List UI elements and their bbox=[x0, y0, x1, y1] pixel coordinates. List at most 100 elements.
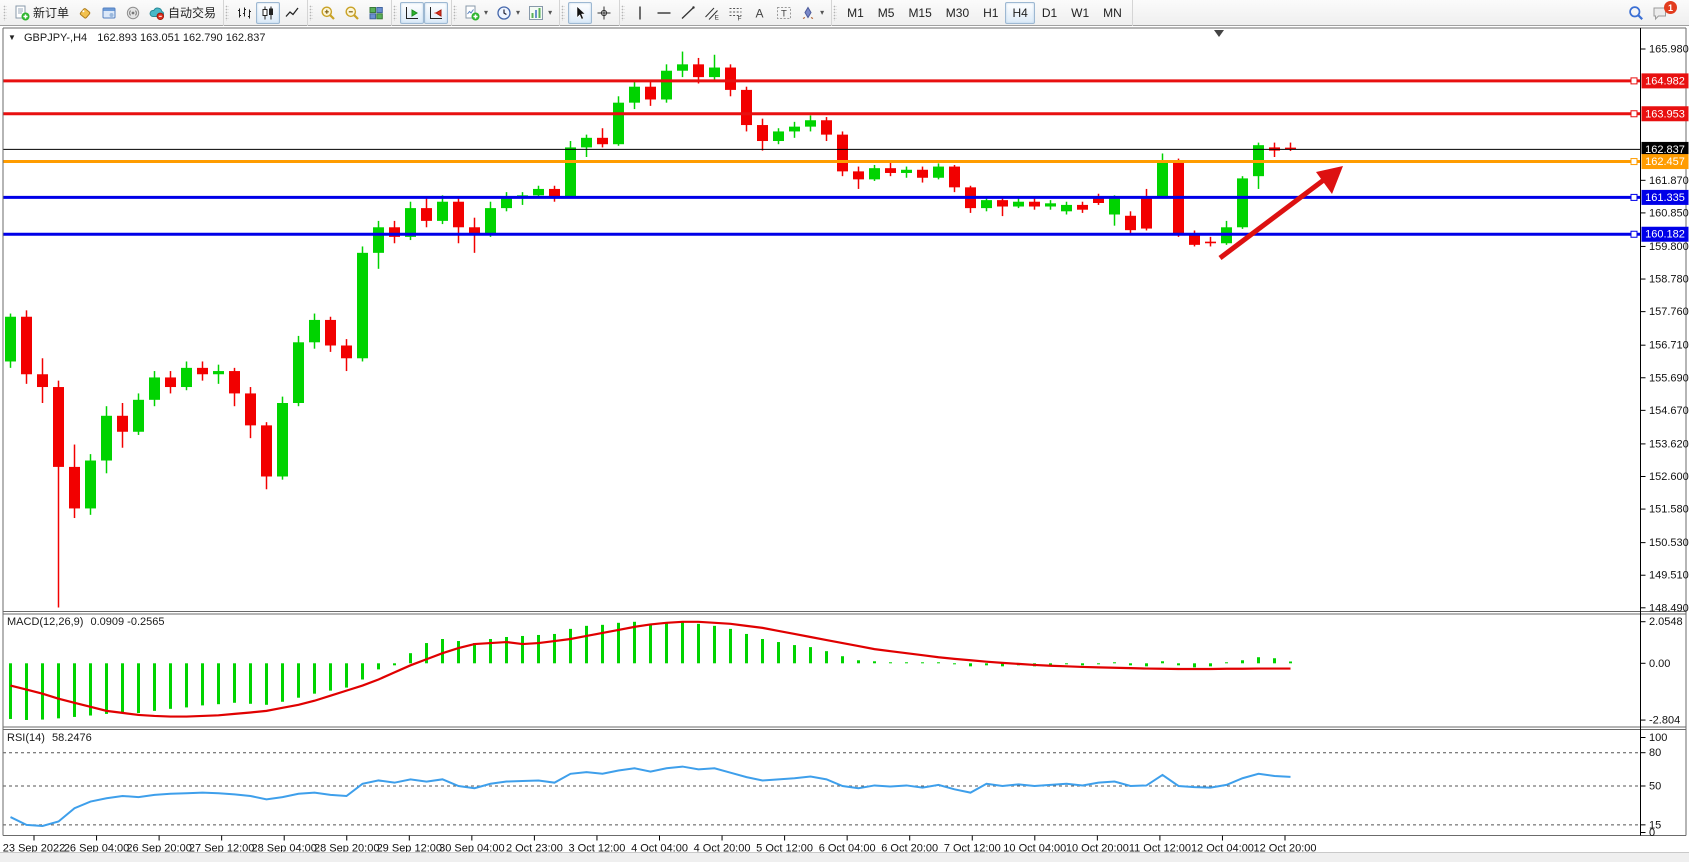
candle-body bbox=[37, 374, 48, 387]
horizontal-line-button[interactable] bbox=[652, 2, 676, 24]
new-chart-button[interactable]: ▾ bbox=[460, 2, 492, 24]
text-label-button[interactable]: T bbox=[772, 2, 796, 24]
vertical-line-button[interactable] bbox=[628, 2, 652, 24]
bar-chart-icon bbox=[236, 5, 252, 21]
toolbar-group: 新订单 自动交易 bbox=[2, 0, 224, 26]
price-tick-label: 157.760 bbox=[1649, 306, 1689, 318]
group-grip-handle[interactable] bbox=[309, 5, 313, 21]
new-order-button[interactable]: 新订单 bbox=[10, 2, 73, 24]
candle-body bbox=[613, 103, 624, 145]
candle-body bbox=[709, 68, 720, 78]
market-watch-button[interactable] bbox=[73, 2, 97, 24]
bottom-strip bbox=[0, 852, 1689, 862]
candle-body bbox=[485, 208, 496, 234]
chevron-down-icon[interactable]: ▾ bbox=[516, 8, 520, 17]
auto-trading-button[interactable]: 自动交易 bbox=[145, 2, 220, 24]
trendline-icon bbox=[680, 5, 696, 21]
group-grip-handle[interactable] bbox=[561, 5, 565, 21]
button-label: M15 bbox=[908, 6, 931, 20]
tf-mn-button[interactable]: MN bbox=[1096, 2, 1129, 24]
toolbar-group: 1 bbox=[1623, 0, 1689, 26]
search-button[interactable] bbox=[1624, 2, 1648, 24]
fibonacci-button[interactable]: F bbox=[724, 2, 748, 24]
line-chart-mode-button[interactable] bbox=[280, 2, 304, 24]
text-button[interactable]: A bbox=[748, 2, 772, 24]
macd-indicator-label: MACD(12,26,9) 0.0909 -0.2565 bbox=[7, 616, 165, 628]
tf-m15-button[interactable]: M15 bbox=[901, 2, 938, 24]
candle-body bbox=[533, 189, 544, 195]
price-tick-label: 160.850 bbox=[1649, 207, 1689, 219]
button-label: H1 bbox=[983, 6, 998, 20]
chart-shift-button[interactable] bbox=[424, 2, 448, 24]
line-end-handle[interactable] bbox=[1631, 231, 1637, 237]
price-tick-label: 149.510 bbox=[1649, 570, 1689, 582]
candle-body bbox=[469, 227, 480, 233]
candle-body bbox=[805, 120, 816, 126]
news-broadcast-button[interactable] bbox=[121, 2, 145, 24]
candle-body bbox=[133, 400, 144, 432]
candle-body bbox=[565, 147, 576, 197]
candle-body bbox=[549, 189, 560, 197]
tf-h1-button[interactable]: H1 bbox=[976, 2, 1005, 24]
tf-w1-button[interactable]: W1 bbox=[1064, 2, 1096, 24]
line-end-handle[interactable] bbox=[1631, 159, 1637, 165]
tf-d1-button[interactable]: D1 bbox=[1035, 2, 1064, 24]
candle-body bbox=[1205, 242, 1216, 244]
chevron-down-icon[interactable]: ▾ bbox=[548, 8, 552, 17]
crosshair-button[interactable] bbox=[592, 2, 616, 24]
candle-body bbox=[277, 403, 288, 476]
group-grip-handle[interactable] bbox=[393, 5, 397, 21]
trendline-button[interactable] bbox=[676, 2, 700, 24]
zoom-in-icon bbox=[320, 5, 336, 21]
price-chart[interactable]: 165.980161.870160.850159.800158.780157.7… bbox=[0, 26, 1689, 852]
auto-scroll-icon bbox=[404, 5, 420, 21]
bar-chart-mode-button[interactable] bbox=[232, 2, 256, 24]
candle-body bbox=[677, 64, 688, 70]
candle-body bbox=[725, 68, 736, 90]
line-end-handle[interactable] bbox=[1631, 111, 1637, 117]
group-grip-handle[interactable] bbox=[3, 5, 7, 21]
chart-window[interactable]: 165.980161.870160.850159.800158.780157.7… bbox=[0, 26, 1689, 852]
chevron-down-icon[interactable]: ▾ bbox=[820, 8, 824, 17]
group-grip-handle[interactable] bbox=[453, 5, 457, 21]
cursor-button[interactable] bbox=[568, 2, 592, 24]
indicators-button[interactable]: ▾ bbox=[524, 2, 556, 24]
candle-body bbox=[101, 416, 112, 461]
tile-windows-icon bbox=[368, 5, 384, 21]
auto-scroll-button[interactable] bbox=[400, 2, 424, 24]
svg-text:T: T bbox=[781, 8, 787, 19]
group-grip-handle[interactable] bbox=[621, 5, 625, 21]
data-window-button[interactable] bbox=[97, 2, 121, 24]
tf-m5-button[interactable]: M5 bbox=[871, 2, 902, 24]
chevron-down-icon[interactable]: ▾ bbox=[484, 8, 488, 17]
collapse-icon[interactable]: ▼ bbox=[8, 33, 16, 42]
candle-chart-mode-button[interactable] bbox=[256, 2, 280, 24]
tf-m30-button[interactable]: M30 bbox=[939, 2, 976, 24]
macd-tick-label: -2.804 bbox=[1649, 715, 1680, 727]
candle-body bbox=[405, 208, 416, 237]
line-end-handle[interactable] bbox=[1631, 78, 1637, 84]
rsi-tick-label: 80 bbox=[1649, 747, 1661, 759]
tf-h4-button[interactable]: H4 bbox=[1005, 2, 1034, 24]
time-tick-label: 6 Oct 20:00 bbox=[881, 843, 938, 853]
search-icon bbox=[1628, 5, 1644, 21]
notifications-button[interactable]: 1 bbox=[1648, 2, 1681, 24]
group-grip-handle[interactable] bbox=[225, 5, 229, 21]
tile-windows-button[interactable] bbox=[364, 2, 388, 24]
candle-body bbox=[261, 425, 272, 476]
candle-body bbox=[1189, 235, 1200, 245]
svg-text:A: A bbox=[756, 6, 764, 20]
rsi-name: RSI(14) bbox=[7, 732, 45, 744]
toolbar-group: ▾ ▾ ▾ bbox=[452, 0, 560, 26]
line-end-handle[interactable] bbox=[1631, 194, 1637, 200]
periods-button[interactable]: ▾ bbox=[492, 2, 524, 24]
button-label: H4 bbox=[1012, 6, 1027, 20]
button-label: M30 bbox=[946, 6, 969, 20]
equidistant-channel-button[interactable]: E bbox=[700, 2, 724, 24]
group-grip-handle[interactable] bbox=[833, 5, 837, 21]
zoom-in-button[interactable] bbox=[316, 2, 340, 24]
tf-m1-button[interactable]: M1 bbox=[840, 2, 871, 24]
time-tick-label: 10 Oct 04:00 bbox=[1003, 843, 1066, 853]
zoom-out-button[interactable] bbox=[340, 2, 364, 24]
arrows-button[interactable]: ▾ bbox=[796, 2, 828, 24]
